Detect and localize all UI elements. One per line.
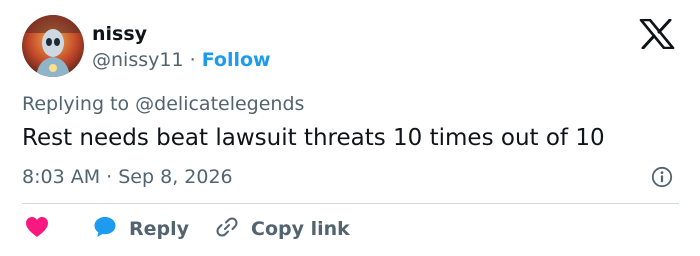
- timestamp[interactable]: 8:03 AM · Sep 8, 2026: [22, 166, 233, 188]
- handle-separator: ·: [189, 49, 196, 71]
- speech-bubble-icon: [93, 215, 117, 244]
- author-handle-line: @nissy11 · Follow: [92, 49, 271, 71]
- copy-link-button[interactable]: Copy link: [215, 216, 350, 242]
- like-button[interactable]: [25, 216, 49, 242]
- divider: [22, 203, 679, 204]
- x-logo-icon[interactable]: [637, 18, 677, 50]
- follow-button[interactable]: Follow: [202, 49, 271, 71]
- tweet-card: nissy @nissy11 · Follow Replying to @del…: [0, 0, 700, 256]
- display-name[interactable]: nissy: [92, 23, 147, 45]
- copy-link-label: Copy link: [251, 218, 350, 240]
- tweet-text: Rest needs beat lawsuit threats 10 times…: [22, 125, 605, 151]
- reply-label: Reply: [129, 218, 190, 240]
- timestamp-separator: ·: [106, 166, 113, 188]
- info-icon[interactable]: [651, 166, 673, 188]
- avatar[interactable]: [22, 15, 84, 77]
- reply-prefix: Replying to: [22, 93, 130, 115]
- reply-to-handle[interactable]: @delicatelegends: [135, 93, 304, 115]
- link-icon: [215, 215, 239, 244]
- tweet-time: 8:03 AM: [22, 166, 101, 188]
- tweet-date: Sep 8, 2026: [118, 166, 233, 188]
- reply-button[interactable]: Reply: [93, 216, 189, 242]
- author-handle[interactable]: @nissy11: [92, 49, 184, 71]
- heart-icon: [25, 216, 49, 243]
- reply-context: Replying to @delicatelegends: [22, 93, 304, 115]
